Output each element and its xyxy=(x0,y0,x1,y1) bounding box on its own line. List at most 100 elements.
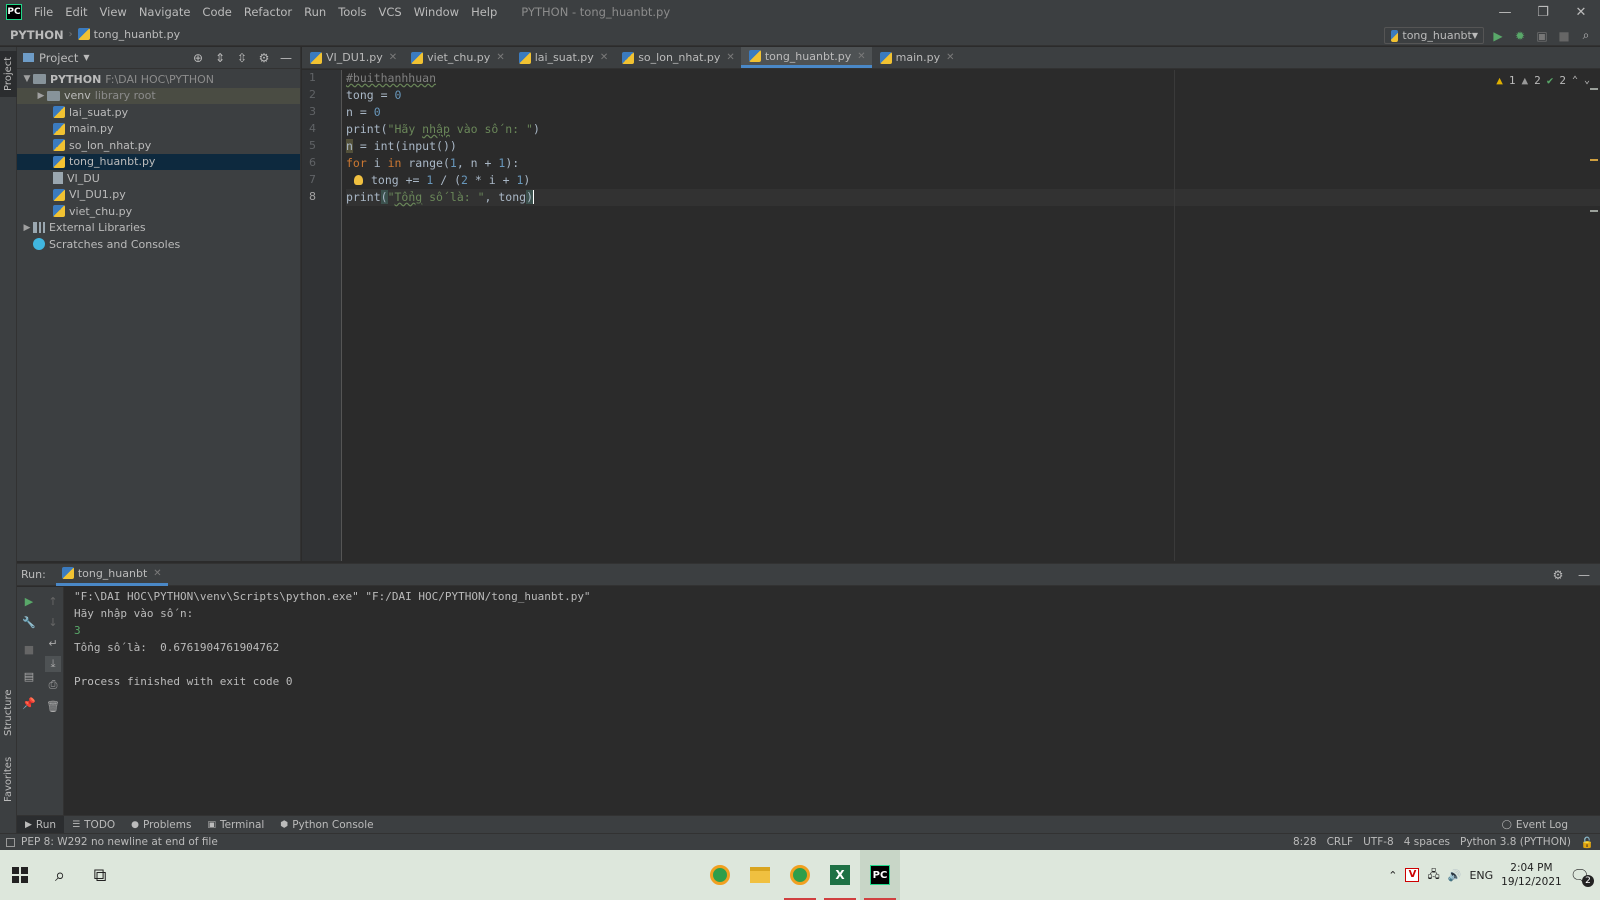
close-icon[interactable]: ✕ xyxy=(600,52,608,63)
tree-item-file-selected[interactable]: tong_huanbt.py xyxy=(17,153,300,170)
line-number-gutter[interactable]: 1 2 3 4 5 6 7 8 xyxy=(302,70,342,561)
coccoc-browser-window-icon[interactable] xyxy=(780,850,820,900)
error-stripe-mark[interactable] xyxy=(1590,88,1598,90)
menu-tools[interactable]: Tools xyxy=(332,5,372,19)
status-message[interactable]: PEP 8: W292 no newline at end of file xyxy=(6,836,218,848)
code-line-2[interactable]: tong = 0 xyxy=(346,87,401,104)
menu-file[interactable]: File xyxy=(28,5,59,19)
gear-icon[interactable]: ⚙ xyxy=(1550,567,1566,583)
tool-tab-problems[interactable]: ● Problems xyxy=(123,816,199,834)
stop-icon[interactable]: ■ xyxy=(1556,28,1572,44)
run-config-selector[interactable]: tong_huanbt ▼ xyxy=(1384,27,1484,44)
expand-all-icon[interactable]: ⇕ xyxy=(212,50,228,66)
tree-item-file[interactable]: VI_DU1.py xyxy=(17,187,300,204)
editor-tab[interactable]: viet_chu.py ✕ xyxy=(403,47,511,68)
menu-vcs[interactable]: VCS xyxy=(373,5,408,19)
chevron-down-icon[interactable]: ▼ xyxy=(21,74,33,84)
code-line-6[interactable]: for i in range(1, n + 1): xyxy=(346,155,519,172)
arrow-down-icon[interactable]: ↓ xyxy=(45,614,61,630)
input-language[interactable]: ENG xyxy=(1469,869,1493,882)
tree-item-venv[interactable]: ▶ venv library root xyxy=(17,87,300,104)
code-line-5[interactable]: n = int(input()) xyxy=(346,138,457,155)
close-icon[interactable]: ✕ xyxy=(389,52,397,63)
tree-item-file[interactable]: lai_suat.py xyxy=(17,104,300,121)
tree-item-file[interactable]: so_lon_nhat.py xyxy=(17,137,300,154)
network-icon[interactable]: 🖧 xyxy=(1427,866,1439,885)
console-output[interactable]: "F:\DAI HOC\PYTHON\venv\Scripts\python.e… xyxy=(74,587,1600,815)
restore-button[interactable]: ❐ xyxy=(1524,0,1562,24)
menu-edit[interactable]: Edit xyxy=(59,5,93,19)
tree-item-file[interactable]: main.py xyxy=(17,121,300,138)
toggle-tool-windows-icon[interactable] xyxy=(6,837,15,847)
tool-tab-event-log[interactable]: ◯ Event Log xyxy=(1494,816,1576,834)
caret-position[interactable]: 8:28 xyxy=(1293,836,1317,849)
chevron-down-icon[interactable]: ▼ xyxy=(83,53,89,62)
menu-window[interactable]: Window xyxy=(408,5,465,19)
clock[interactable]: 2:04 PM 19/12/2021 xyxy=(1501,861,1562,889)
volume-icon[interactable]: 🔊 xyxy=(1448,869,1462,882)
code-area[interactable]: #buithanhhuan tong = 0 n = 0 print("Hãy … xyxy=(346,70,1600,561)
tool-tab-run[interactable]: ▶ Run xyxy=(17,815,65,834)
coverage-icon[interactable]: ▣ xyxy=(1534,28,1550,44)
tree-item-root[interactable]: ▼ PYTHON F:\DAI HOC\PYTHON xyxy=(17,71,300,88)
file-encoding[interactable]: UTF-8 xyxy=(1363,836,1394,849)
lightbulb-icon[interactable] xyxy=(354,175,363,185)
chevron-down-icon[interactable]: ⌄ xyxy=(1584,75,1590,86)
wrench-icon[interactable]: 🔧 xyxy=(21,614,37,630)
interpreter-selector[interactable]: Python 3.8 (PYTHON) xyxy=(1460,836,1571,849)
editor-tab[interactable]: VI_DU1.py ✕ xyxy=(302,47,403,68)
breadcrumb-file[interactable]: tong_huanbt.py xyxy=(77,28,180,41)
gear-icon[interactable]: ⚙ xyxy=(256,50,272,66)
line-separator[interactable]: CRLF xyxy=(1327,836,1354,849)
menu-code[interactable]: Code xyxy=(196,5,237,19)
inspection-widget[interactable]: ▲ 1 ▲ 2 ✔ 2 ⌃ ⌄ xyxy=(1496,74,1590,87)
chevron-right-icon[interactable]: ▶ xyxy=(21,223,33,233)
excel-icon[interactable]: X xyxy=(820,850,860,900)
code-line-8[interactable]: print("Tổng số là: ", tong) xyxy=(346,189,534,206)
chevron-up-icon[interactable]: ⌃ xyxy=(1572,75,1578,86)
editor-tab[interactable]: lai_suat.py ✕ xyxy=(511,47,615,68)
stop-icon[interactable]: ■ xyxy=(21,641,37,657)
search-icon[interactable]: ⌕ xyxy=(40,855,80,895)
locate-file-icon[interactable]: ⊕ xyxy=(190,50,206,66)
code-line-4[interactable]: print("Hãy nhập vào số n: ") xyxy=(346,121,540,138)
tool-tab-todo[interactable]: ☰ TODO xyxy=(64,816,123,834)
error-stripe-mark[interactable] xyxy=(1590,159,1598,161)
tree-item-file[interactable]: viet_chu.py xyxy=(17,203,300,220)
scroll-to-end-icon[interactable]: ⤓ xyxy=(45,656,61,672)
search-icon[interactable]: ⌕ xyxy=(1578,28,1594,44)
minimize-button[interactable]: — xyxy=(1486,0,1524,24)
run-icon[interactable]: ▶ xyxy=(1490,28,1506,44)
project-view-selector[interactable]: Project xyxy=(39,51,78,65)
chevron-right-icon[interactable]: ▶ xyxy=(35,91,47,101)
menu-help[interactable]: Help xyxy=(465,5,503,19)
close-window-button[interactable]: ✕ xyxy=(1562,0,1600,24)
hide-panel-icon[interactable]: — xyxy=(278,50,294,66)
run-tab[interactable]: tong_huanbt ✕ xyxy=(55,564,168,586)
code-line-7[interactable]: tong += 1 / (2 * i + 1) xyxy=(346,172,530,189)
pin-icon[interactable]: 📌 xyxy=(21,695,37,711)
favorites-tool-tab[interactable]: Favorites xyxy=(0,749,17,809)
breadcrumb-project[interactable]: PYTHON xyxy=(10,28,64,42)
menu-view[interactable]: View xyxy=(94,5,133,19)
pycharm-taskbar-icon[interactable]: PC xyxy=(860,850,900,900)
close-icon[interactable]: ✕ xyxy=(726,52,734,63)
menu-run[interactable]: Run xyxy=(298,5,332,19)
tool-tab-terminal[interactable]: ▣ Terminal xyxy=(199,816,272,834)
trash-icon[interactable]: 🗑 xyxy=(45,698,61,714)
notification-center-icon[interactable]: 🗨 2 xyxy=(1570,866,1594,887)
tool-tab-python-console[interactable]: ⬢ Python Console xyxy=(272,816,381,834)
tree-item-file[interactable]: VI_DU xyxy=(17,170,300,187)
close-icon[interactable]: ✕ xyxy=(153,568,161,579)
tree-item-external-libraries[interactable]: ▶ External Libraries xyxy=(17,220,300,237)
layout-icon[interactable]: ▤ xyxy=(21,668,37,684)
tree-item-scratches[interactable]: Scratches and Consoles xyxy=(17,236,300,253)
soft-wrap-icon[interactable]: ↵ xyxy=(45,635,61,651)
close-icon[interactable]: ✕ xyxy=(857,51,865,62)
menu-navigate[interactable]: Navigate xyxy=(133,5,197,19)
code-line-3[interactable]: n = 0 xyxy=(346,104,381,121)
structure-tool-tab[interactable]: Structure xyxy=(0,683,17,743)
indent-setting[interactable]: 4 spaces xyxy=(1404,836,1450,849)
editor-tab[interactable]: so_lon_nhat.py ✕ xyxy=(614,47,741,68)
arrow-up-icon[interactable]: ↑ xyxy=(45,593,61,609)
